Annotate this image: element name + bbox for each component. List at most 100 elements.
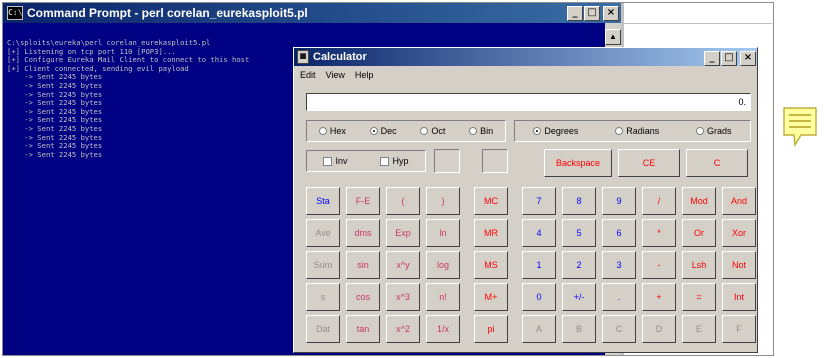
angle-unit-radians-radio[interactable]: Radians — [615, 126, 659, 136]
angle-unit-label: Grads — [707, 126, 732, 136]
key-button[interactable]: cos — [346, 283, 380, 311]
angle-unit-group: Degrees Radians Grads — [514, 120, 751, 142]
key-button[interactable]: 4 — [522, 219, 556, 247]
key-button[interactable]: Or — [682, 219, 716, 247]
key-button[interactable]: . — [602, 283, 636, 311]
key-button[interactable]: s — [306, 283, 340, 311]
minimize-button[interactable]: _ — [567, 6, 583, 21]
key-button[interactable]: Dat — [306, 315, 340, 343]
key-button[interactable]: 3 — [602, 251, 636, 279]
key-button[interactable]: 0 — [522, 283, 556, 311]
key-button[interactable]: F-E — [346, 187, 380, 215]
key-button[interactable]: - — [642, 251, 676, 279]
scroll-up-arrow-icon[interactable]: ▲ — [605, 29, 621, 45]
calculator-icon: ▦ — [297, 50, 309, 64]
inv-label: Inv — [335, 156, 348, 166]
clear-button[interactable]: C — [686, 149, 748, 177]
menu-item-view[interactable]: View — [326, 70, 345, 82]
calculator-maximize-button[interactable]: □ — [721, 51, 737, 66]
key-button[interactable]: 2 — [562, 251, 596, 279]
command-prompt-title: Command Prompt - perl corelan_eurekasplo… — [27, 6, 308, 20]
key-button[interactable]: E — [682, 315, 716, 343]
key-button[interactable]: +/- — [562, 283, 596, 311]
key-button[interactable]: Int — [722, 283, 756, 311]
key-button[interactable]: sin — [346, 251, 380, 279]
backspace-button[interactable]: Backspace — [544, 149, 612, 177]
key-button[interactable]: Exp — [386, 219, 420, 247]
key-button[interactable]: pi — [474, 315, 508, 343]
number-system-group: Hex Dec Oct Bin — [306, 120, 506, 142]
key-button[interactable]: dms — [346, 219, 380, 247]
checkbox-icon — [380, 156, 390, 166]
key-button[interactable]: x^3 — [386, 283, 420, 311]
number-system-label: Oct — [431, 126, 446, 136]
key-button[interactable]: D — [642, 315, 676, 343]
calculator-close-button[interactable]: × — [740, 51, 756, 66]
number-system-label: Bin — [480, 126, 494, 136]
key-button[interactable]: Not — [722, 251, 756, 279]
radio-icon — [369, 127, 378, 135]
key-button[interactable]: And — [722, 187, 756, 215]
number-system-oct-radio[interactable]: Oct — [420, 126, 445, 136]
ce-button[interactable]: CE — [618, 149, 680, 177]
calculator-minimize-button[interactable]: _ — [704, 51, 720, 66]
key-button[interactable]: Mod — [682, 187, 716, 215]
key-button[interactable]: MC — [474, 187, 508, 215]
key-button[interactable]: MR — [474, 219, 508, 247]
key-button[interactable]: 6 — [602, 219, 636, 247]
key-button[interactable]: / — [642, 187, 676, 215]
console-icon: C:\ — [7, 6, 23, 20]
key-button[interactable]: B — [562, 315, 596, 343]
key-button[interactable]: 7 — [522, 187, 556, 215]
key-button[interactable]: 5 — [562, 219, 596, 247]
command-prompt-window-controls: _ □ × — [567, 6, 619, 21]
key-button[interactable]: Xor — [722, 219, 756, 247]
key-button[interactable]: ) — [426, 187, 460, 215]
key-button[interactable]: x^y — [386, 251, 420, 279]
memory-indicator-box — [434, 149, 460, 173]
note-icon[interactable] — [783, 107, 817, 147]
calculator-window: ▦ Calculator _ □ × Edit View Help 0. Hex De… — [293, 47, 758, 353]
command-prompt-title-bar[interactable]: C:\ Command Prompt - perl corelan_eureka… — [3, 3, 621, 23]
parenthesis-indicator-box — [482, 149, 508, 173]
key-button[interactable]: 8 — [562, 187, 596, 215]
key-button[interactable]: Sum — [306, 251, 340, 279]
key-button[interactable]: ( — [386, 187, 420, 215]
number-system-dec-radio[interactable]: Dec — [369, 126, 397, 136]
radio-icon — [696, 127, 705, 135]
key-button[interactable]: Sta — [306, 187, 340, 215]
key-button[interactable]: M+ — [474, 283, 508, 311]
angle-unit-label: Radians — [626, 126, 660, 136]
key-button[interactable]: A — [522, 315, 556, 343]
key-button[interactable]: MS — [474, 251, 508, 279]
key-button[interactable]: C — [602, 315, 636, 343]
key-button[interactable]: F — [722, 315, 756, 343]
key-button[interactable]: tan — [346, 315, 380, 343]
key-button[interactable]: + — [642, 283, 676, 311]
menu-item-help[interactable]: Help — [355, 70, 374, 82]
radio-icon — [420, 127, 429, 135]
number-system-label: Dec — [380, 126, 397, 136]
key-button[interactable]: Ave — [306, 219, 340, 247]
close-button[interactable]: × — [603, 6, 619, 21]
key-button[interactable]: 1 — [522, 251, 556, 279]
key-button[interactable]: x^2 — [386, 315, 420, 343]
key-button[interactable]: n! — [426, 283, 460, 311]
hyp-checkbox[interactable]: Hyp — [380, 156, 409, 166]
inv-checkbox[interactable]: Inv — [323, 156, 348, 166]
key-button[interactable]: * — [642, 219, 676, 247]
key-button[interactable]: log — [426, 251, 460, 279]
menu-item-edit[interactable]: Edit — [300, 70, 316, 82]
number-system-hex-radio[interactable]: Hex — [318, 126, 346, 136]
key-button[interactable]: 9 — [602, 187, 636, 215]
key-button[interactable]: ln — [426, 219, 460, 247]
divider — [624, 23, 772, 24]
key-button[interactable]: Lsh — [682, 251, 716, 279]
key-button[interactable]: = — [682, 283, 716, 311]
number-system-bin-radio[interactable]: Bin — [469, 126, 493, 136]
calculator-title-bar[interactable]: ▦ Calculator — [294, 48, 757, 66]
angle-unit-degrees-radio[interactable]: Degrees — [533, 126, 578, 136]
maximize-button[interactable]: □ — [584, 6, 600, 21]
angle-unit-grads-radio[interactable]: Grads — [696, 126, 732, 136]
key-button[interactable]: 1/x — [426, 315, 460, 343]
